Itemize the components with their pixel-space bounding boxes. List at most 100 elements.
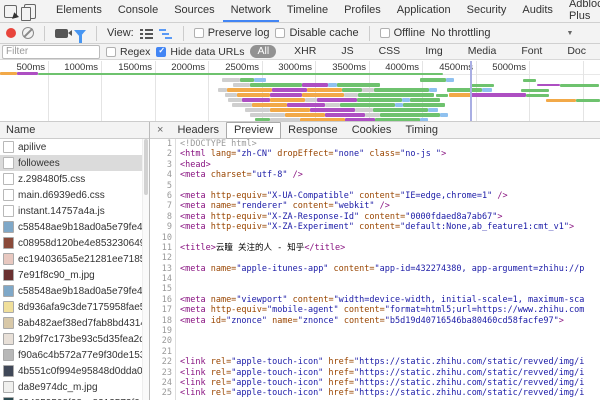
- code-token: content=: [339, 316, 385, 326]
- line-number: 17: [150, 305, 172, 315]
- tab-console[interactable]: Console: [110, 0, 166, 22]
- view-list-icon[interactable]: [140, 28, 153, 39]
- filter-pill-css[interactable]: CSS: [372, 45, 408, 58]
- line-number-gutter: 1234567891011121314151617181920212223242…: [150, 139, 176, 400]
- code-token: rel=: [206, 368, 232, 378]
- code-token: http-equiv=: [206, 222, 267, 232]
- waterfall-bar: [402, 98, 410, 102]
- disable-cache-label: Disable cache: [289, 27, 358, 39]
- tab-audits[interactable]: Audits: [514, 0, 561, 22]
- code-token: <link: [180, 388, 206, 398]
- filter-pill-doc[interactable]: Doc: [560, 45, 593, 58]
- scrollbar-thumb[interactable]: [144, 139, 148, 195]
- filter-pill-media[interactable]: Media: [461, 45, 504, 58]
- device-toolbar-icon[interactable]: [24, 4, 36, 19]
- scrollbar[interactable]: [142, 139, 149, 400]
- throttling-select[interactable]: No throttling: [431, 27, 490, 39]
- record-icon[interactable]: [6, 28, 16, 38]
- tab-profiles[interactable]: Profiles: [336, 0, 389, 22]
- preview-code-area[interactable]: 1234567891011121314151617181920212223242…: [150, 139, 600, 400]
- ruler-tick-label: 1000ms: [64, 62, 101, 73]
- code-token: <meta: [180, 201, 206, 211]
- code-line: <meta charset="utf-8" />: [180, 170, 600, 180]
- hide-data-urls-checkbox[interactable]: Hide data URLs: [156, 46, 244, 58]
- tab-sources[interactable]: Sources: [166, 0, 222, 22]
- filter-pill-font[interactable]: Font: [514, 45, 549, 58]
- request-name: c58548ae9b18ad0a5e79fe4e…: [18, 222, 149, 233]
- code-token: href=: [323, 378, 354, 388]
- waterfall-bar: [222, 78, 240, 82]
- ruler-gridline: [155, 61, 156, 121]
- code-token: "zh-CN": [236, 149, 272, 159]
- code-line: <link rel="apple-touch-icon" href="https…: [180, 368, 600, 378]
- request-row[interactable]: z.298480f5.css: [0, 171, 149, 187]
- code-token: content=: [354, 222, 400, 232]
- waterfall-bar: [325, 103, 340, 107]
- view-waterfall-icon[interactable]: [159, 28, 173, 39]
- preserve-log-checkbox[interactable]: Preserve log: [194, 27, 270, 39]
- request-row[interactable]: followees: [0, 155, 149, 171]
- request-row[interactable]: c58548ae9b18ad0a5e79fe4e…: [0, 219, 149, 235]
- ruler-tick-label: 2000ms: [171, 62, 208, 73]
- request-row[interactable]: f90a6c4b572a77e9f30de153…: [0, 347, 149, 363]
- tab-elements[interactable]: Elements: [48, 0, 110, 22]
- details-tab-preview[interactable]: Preview: [226, 122, 281, 139]
- code-line: [180, 274, 600, 284]
- line-number: 14: [150, 274, 172, 284]
- code-token: "app-id=432274380, app-argument=zhihu://…: [375, 264, 585, 274]
- tab-security[interactable]: Security: [459, 0, 515, 22]
- code-line: [180, 181, 600, 191]
- regex-label: Regex: [120, 46, 150, 58]
- request-row[interactable]: 4b551c0f994e95848d0dda09…: [0, 363, 149, 379]
- regex-checkbox[interactable]: Regex: [106, 46, 150, 58]
- tab-adblock-plus[interactable]: Adblock Plus: [561, 0, 600, 22]
- filter-pill-xhr[interactable]: XHR: [287, 45, 323, 58]
- request-row[interactable]: instant.14757a4a.js: [0, 203, 149, 219]
- request-row[interactable]: 12b9f7c173be93c5d35fea2d…: [0, 331, 149, 347]
- offline-checkbox[interactable]: Offline: [380, 27, 426, 39]
- request-row[interactable]: 8ab482aef38ed7fab8bd4314…: [0, 315, 149, 331]
- clear-icon[interactable]: [22, 27, 34, 39]
- tab-application[interactable]: Application: [389, 0, 459, 22]
- request-row[interactable]: 604859508f08ec8313573f0e7…: [0, 395, 149, 400]
- close-icon[interactable]: ×: [150, 124, 170, 136]
- request-row[interactable]: 8d936afa9c3de7175958fae5…: [0, 299, 149, 315]
- code-line: [180, 233, 600, 243]
- tab-network[interactable]: Network: [223, 0, 279, 22]
- code-lines: <!DOCTYPE html><html lang="zh-CN" dropEf…: [176, 139, 600, 400]
- tab-timeline[interactable]: Timeline: [279, 0, 336, 22]
- code-line: <!DOCTYPE html>: [180, 139, 600, 149]
- code-token: content=: [328, 264, 374, 274]
- request-row[interactable]: c58548ae9b18ad0a5e79fe4e…: [0, 283, 149, 299]
- filter-pill-all[interactable]: All: [250, 45, 276, 58]
- code-token: id=: [206, 316, 226, 326]
- divider: [96, 26, 97, 41]
- details-tab-cookies[interactable]: Cookies: [345, 123, 399, 138]
- request-row[interactable]: ec1940365a5e21281ee71856…: [0, 251, 149, 267]
- camera-icon[interactable]: [55, 29, 68, 38]
- request-row[interactable]: apilive: [0, 139, 149, 155]
- waterfall-bar: [342, 88, 362, 92]
- name-column-header[interactable]: Name: [0, 122, 149, 139]
- filter-pill-js[interactable]: JS: [334, 45, 360, 58]
- offline-label: Offline: [394, 27, 426, 39]
- details-tab-timing[interactable]: Timing: [398, 123, 445, 138]
- request-row[interactable]: da8e974dc_m.jpg: [0, 379, 149, 395]
- filter-pill-img[interactable]: Img: [418, 45, 450, 58]
- network-overview[interactable]: 500ms1000ms1500ms2000ms2500ms3000ms3500m…: [0, 61, 600, 122]
- inspect-element-icon[interactable]: [4, 5, 17, 18]
- details-tab-response[interactable]: Response: [281, 123, 345, 138]
- line-number: 22: [150, 357, 172, 367]
- details-tab-headers[interactable]: Headers: [170, 123, 226, 138]
- ruler-gridline: [583, 61, 584, 121]
- request-name: 7e91f8c90_m.jpg: [18, 270, 95, 281]
- checkbox-icon: [106, 47, 116, 57]
- request-row[interactable]: main.d6939ed6.css: [0, 187, 149, 203]
- filter-funnel-icon[interactable]: [74, 30, 86, 37]
- code-token: "https://static.zhihu.com/static/revved/…: [354, 357, 584, 367]
- chevron-down-icon[interactable]: ▼: [566, 30, 573, 37]
- request-row[interactable]: 7e91f8c90_m.jpg: [0, 267, 149, 283]
- filter-input[interactable]: [2, 45, 100, 59]
- disable-cache-checkbox[interactable]: Disable cache: [275, 27, 358, 39]
- request-row[interactable]: c08958d120be4e853230649…: [0, 235, 149, 251]
